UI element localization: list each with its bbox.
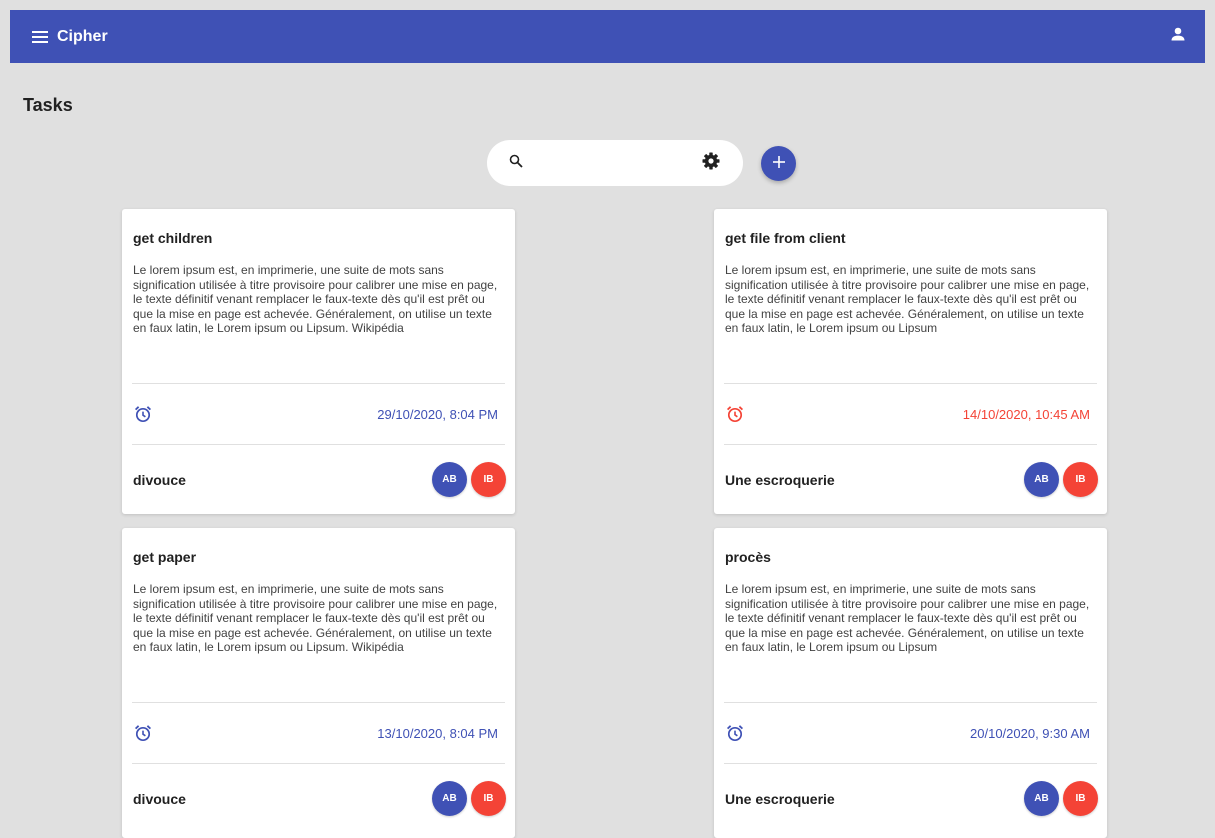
menu-button[interactable]: Cipher — [32, 28, 108, 46]
assignee-avatar[interactable]: IB — [471, 781, 506, 816]
task-title: get file from client — [725, 230, 846, 246]
task-tag: divouce — [133, 472, 186, 488]
settings-button[interactable] — [702, 152, 720, 175]
search-icon — [509, 154, 523, 173]
task-card[interactable]: procès Le lorem ipsum est, en imprimerie… — [714, 528, 1107, 838]
task-description: Le lorem ipsum est, en imprimerie, une s… — [725, 582, 1090, 655]
assignee-avatars: AB IB — [1024, 781, 1098, 816]
account-icon — [1171, 27, 1185, 46]
card-divider — [132, 702, 505, 703]
task-title: get paper — [133, 549, 197, 565]
search-input[interactable] — [533, 154, 692, 172]
assignee-avatar[interactable]: IB — [1063, 462, 1098, 497]
assignee-avatar[interactable]: AB — [432, 781, 467, 816]
card-divider — [724, 383, 1097, 384]
task-due-date: 13/10/2020, 8:04 PM — [377, 726, 498, 741]
app-title: Cipher — [57, 27, 108, 45]
card-divider — [724, 444, 1097, 445]
page-title: Tasks — [23, 95, 73, 115]
task-due-date: 20/10/2020, 9:30 AM — [970, 726, 1090, 741]
account-button[interactable] — [1171, 27, 1185, 46]
assignee-avatar[interactable]: AB — [1024, 462, 1059, 497]
task-title: get children — [133, 230, 213, 246]
task-tag: Une escroquerie — [725, 791, 835, 807]
card-divider — [132, 763, 505, 764]
task-title: procès — [725, 549, 771, 565]
task-card[interactable]: get paper Le lorem ipsum est, en imprime… — [122, 528, 515, 838]
assignee-avatar[interactable]: IB — [471, 462, 506, 497]
gear-icon — [702, 152, 720, 175]
card-divider — [132, 444, 505, 445]
app-bar: Cipher — [10, 10, 1205, 63]
card-divider — [724, 763, 1097, 764]
plus-icon — [772, 155, 785, 173]
task-description: Le lorem ipsum est, en imprimerie, une s… — [133, 263, 498, 336]
task-card[interactable]: get file from client Le lorem ipsum est,… — [714, 209, 1107, 514]
menu-icon — [32, 30, 48, 43]
assignee-avatar[interactable]: IB — [1063, 781, 1098, 816]
assignee-avatars: AB IB — [1024, 462, 1098, 497]
assignee-avatar[interactable]: AB — [432, 462, 467, 497]
task-tag: Une escroquerie — [725, 472, 835, 488]
alarm-clock-icon — [134, 405, 152, 428]
alarm-clock-icon — [726, 405, 744, 428]
task-due-date: 29/10/2020, 8:04 PM — [377, 407, 498, 422]
task-description: Le lorem ipsum est, en imprimerie, une s… — [725, 263, 1090, 336]
alarm-clock-icon — [134, 724, 152, 747]
task-due-date: 14/10/2020, 10:45 AM — [962, 407, 1090, 422]
task-description: Le lorem ipsum est, en imprimerie, une s… — [133, 582, 498, 655]
add-task-button[interactable] — [761, 146, 796, 181]
search-bar — [487, 140, 743, 186]
card-divider — [132, 383, 505, 384]
task-card[interactable]: get children Le lorem ipsum est, en impr… — [122, 209, 515, 514]
card-divider — [724, 702, 1097, 703]
assignee-avatar[interactable]: AB — [1024, 781, 1059, 816]
task-tag: divouce — [133, 791, 186, 807]
assignee-avatars: AB IB — [432, 781, 506, 816]
assignee-avatars: AB IB — [432, 462, 506, 497]
alarm-clock-icon — [726, 724, 744, 747]
